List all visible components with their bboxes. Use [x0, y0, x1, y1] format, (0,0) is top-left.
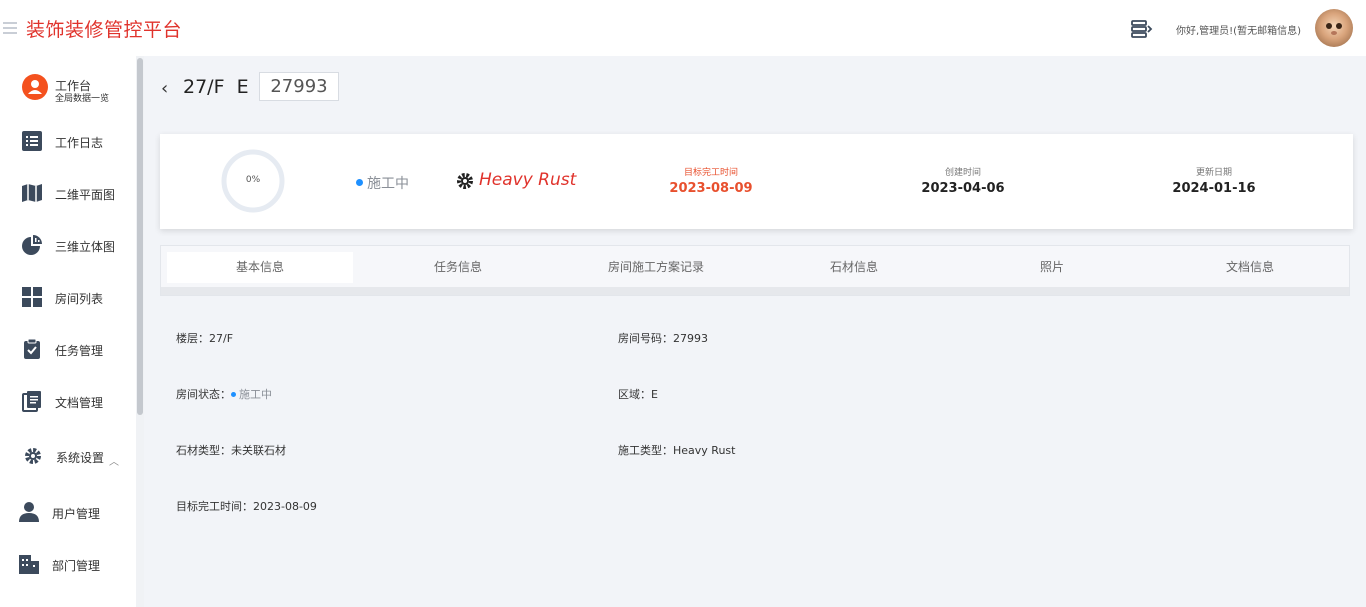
sidebar-item-3d-view[interactable]: 三维立体图 — [0, 224, 136, 264]
pie-chart-icon — [22, 235, 42, 255]
summary-card: 0% 施工中 Heavy Rust 目标完工时间 2023-08-09 创建时间… — [160, 134, 1353, 229]
room-status-field: 房间状态： 施工中 — [176, 388, 272, 401]
worker-icon — [22, 74, 48, 100]
construction-type: Heavy Rust — [479, 170, 577, 190]
sidebar-item-room-list[interactable]: 房间列表 — [0, 276, 136, 316]
sidebar-item-label: 系统设置 — [56, 451, 105, 465]
tab-bar: 基本信息 任务信息 房间施工方案记录 石材信息 照片 文档信息 — [160, 245, 1350, 296]
gear-icon — [25, 448, 41, 464]
scrollbar-thumb[interactable] — [137, 58, 143, 415]
tab-document-info[interactable]: 文档信息 — [1157, 252, 1343, 283]
sidebar-item-department-management[interactable]: 部门管理 — [0, 543, 136, 583]
sidebar-item-label: 文档管理 — [55, 396, 104, 410]
sidebar-item-label: 任务管理 — [55, 344, 104, 358]
stone-type-field: 石材类型：未关联石材 — [176, 444, 286, 457]
tab-photos[interactable]: 照片 — [959, 252, 1145, 283]
sidebar-item-task-management[interactable]: 任务管理 — [0, 328, 136, 368]
sidebar-item-work-log[interactable]: 工作日志 — [0, 120, 136, 160]
sidebar-item-user-management[interactable]: 用户管理 — [0, 491, 136, 531]
gear-icon — [457, 173, 473, 189]
target-date-field: 目标完工时间：2023-08-09 — [176, 500, 317, 513]
sidebar-toggle-icon[interactable] — [1129, 17, 1153, 41]
tab-bar-divider — [161, 287, 1349, 295]
workspace-subtitle: 全局数据一览 — [55, 94, 110, 104]
sidebar-item-label: 三维立体图 — [55, 240, 116, 254]
tab-stone-info[interactable]: 石材信息 — [761, 252, 947, 283]
hamburger-menu-icon[interactable] — [3, 22, 17, 34]
sidebar-item-document-management[interactable]: 文档管理 — [0, 380, 136, 420]
app-title: 装饰装修管控平台 — [26, 19, 183, 41]
status-badge: 施工中 — [356, 173, 409, 193]
target-date-block: 目标完工时间 2023-08-09 — [646, 165, 776, 196]
sidebar-item-label: 部门管理 — [52, 559, 101, 573]
tab-basic-info[interactable]: 基本信息 — [167, 252, 353, 283]
chevron-up-icon[interactable]: ︿ — [109, 453, 119, 468]
document-icon — [22, 391, 41, 412]
status-dot — [231, 392, 236, 397]
sidebar-item-label: 工作日志 — [55, 136, 104, 150]
status-dot — [356, 179, 363, 186]
room-number-field: 房间号码：27993 — [618, 332, 708, 345]
sidebar-item-label: 房间列表 — [55, 292, 104, 306]
progress-text: 0% — [245, 175, 261, 185]
top-bar: 装饰装修管控平台 你好,管理员!(暂无邮箱信息) — [0, 0, 1366, 56]
avatar[interactable] — [1315, 9, 1353, 47]
list-icon — [22, 131, 42, 151]
created-date-label: 创建时间 — [944, 168, 981, 178]
floor-field: 楼层：27/F — [176, 332, 234, 345]
sidebar-item-label: 二维平面图 — [55, 188, 116, 202]
tab-task-info[interactable]: 任务信息 — [365, 252, 551, 283]
created-date-value: 2023-04-06 — [921, 181, 1005, 196]
sidebar-item-label: 用户管理 — [52, 507, 101, 521]
building-icon — [19, 555, 39, 574]
grid-icon — [22, 287, 42, 307]
area-field: 区域：E — [618, 388, 658, 401]
back-icon[interactable]: ‹ — [161, 78, 168, 99]
sidebar-item-2d-map[interactable]: 二维平面图 — [0, 172, 136, 212]
page-title: 27/F E — [183, 76, 249, 98]
sidebar-scrollbar[interactable] — [136, 56, 144, 607]
updated-date-value: 2024-01-16 — [1172, 181, 1256, 196]
user-greeting[interactable]: 你好,管理员!(暂无邮箱信息) — [1176, 22, 1301, 37]
tab-construction-plan-records[interactable]: 房间施工方案记录 — [563, 252, 749, 283]
created-date-block: 创建时间 2023-04-06 — [898, 165, 1028, 196]
target-date-label: 目标完工时间 — [683, 168, 738, 178]
main-content: ‹ 27/F E 27993 0% 施工中 Heavy Rust 目标完工时间 … — [144, 56, 1366, 607]
room-number-box: 27993 — [259, 72, 339, 101]
clipboard-check-icon — [24, 338, 40, 359]
updated-date-label: 更新日期 — [1195, 168, 1232, 178]
user-icon — [19, 502, 39, 522]
construction-type-field: 施工类型：Heavy Rust — [618, 444, 736, 457]
target-date-value: 2023-08-09 — [669, 181, 753, 196]
sidebar: 工作台 全局数据一览 工作日志 二维平面图 三维立体图 房间列表 任务管理 文档… — [0, 56, 144, 607]
updated-date-block: 更新日期 2024-01-16 — [1149, 165, 1279, 196]
map-icon — [22, 184, 42, 202]
